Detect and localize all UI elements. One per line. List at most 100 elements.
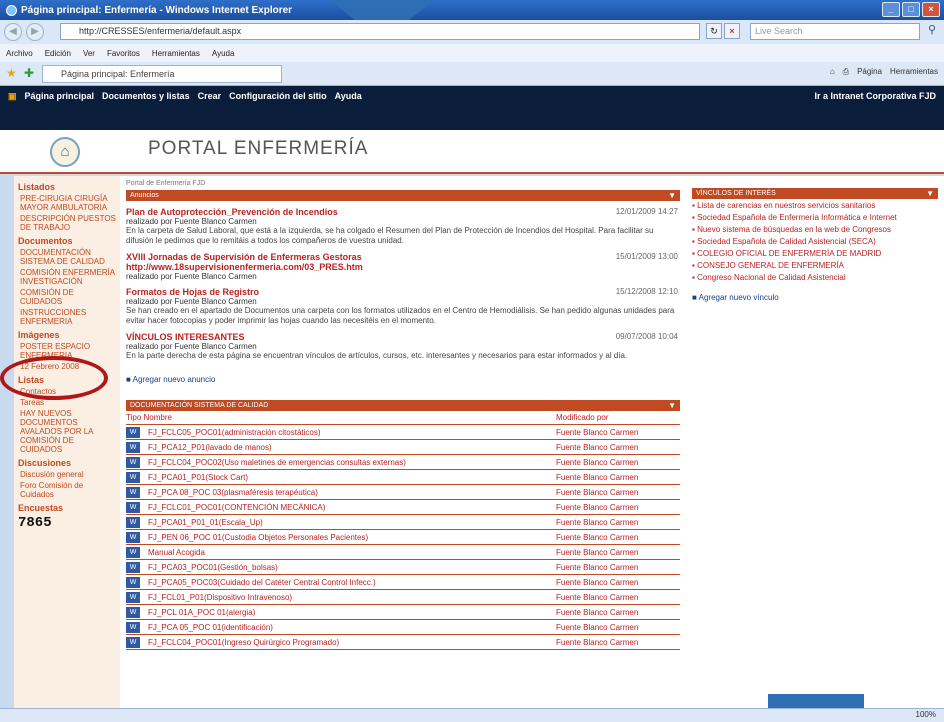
announcement-title[interactable]: Plan de Autoprotección_Prevención de Inc… <box>126 207 506 217</box>
add-favorite-icon[interactable]: ✚ <box>24 66 34 80</box>
sp-nav-help[interactable]: Ayuda <box>335 91 362 102</box>
modified-by[interactable]: Fuente Blanco Carmen <box>556 428 638 437</box>
refresh-icon[interactable]: ↻ <box>706 23 722 39</box>
document-name[interactable]: FJ_FCLC04_POC02(Uso maletines de emergen… <box>148 458 556 467</box>
chevron-down-icon[interactable]: ▼ <box>668 400 676 411</box>
table-row[interactable]: W FJ_PEN 06_POC 01(Custodia Objetos Perso… <box>126 530 680 545</box>
sp-nav-documents[interactable]: Documentos y listas <box>102 91 190 102</box>
modified-by[interactable]: Fuente Blanco Carmen <box>556 563 638 572</box>
column-type-name[interactable]: Tipo Nombre <box>126 413 556 422</box>
table-row[interactable]: W FJ_FCLC04_POC01(Ingreso Quirúrgico Prog… <box>126 635 680 650</box>
page-menu[interactable]: Página <box>857 67 882 77</box>
table-row[interactable]: W FJ_FCL01_P01(Dispositivo Intravenoso) Fu… <box>126 590 680 605</box>
sidebar-heading-encuestas[interactable]: Encuestas <box>18 503 116 513</box>
table-row[interactable]: W FJ_FCLC04_POC02(Uso maletines de emerge… <box>126 455 680 470</box>
stop-icon[interactable]: × <box>724 23 740 39</box>
column-modified-by[interactable]: Modificado por <box>556 413 608 422</box>
browser-tab[interactable]: Página principal: Enfermería <box>42 65 282 83</box>
sidebar-item[interactable]: INSTRUCCIONES ENFERMERIA <box>20 308 116 326</box>
url-field[interactable]: http://CRESSES/enfermeria/default.aspx <box>60 23 700 40</box>
modified-by[interactable]: Fuente Blanco Carmen <box>556 503 638 512</box>
print-icon[interactable]: ⎙ <box>843 67 849 77</box>
table-row[interactable]: W Manual Acogida Fuente Blanco Carmen <box>126 545 680 560</box>
breadcrumb[interactable]: Portal de Enfermería FJD <box>126 180 680 187</box>
tools-menu[interactable]: Herramientas <box>890 67 938 77</box>
document-name[interactable]: FJ_PCA01_P01_01(Escala_Up) <box>148 518 556 527</box>
search-icon[interactable]: ⚲ <box>924 23 940 40</box>
forward-button[interactable]: ▶ <box>26 23 44 41</box>
zoom-level[interactable]: 100% <box>916 710 936 719</box>
document-name[interactable]: FJ_PCA 08_POC 03(plasmaféresis terapéuti… <box>148 488 556 497</box>
modified-by[interactable]: Fuente Blanco Carmen <box>556 593 638 602</box>
sp-nav-settings[interactable]: Configuración del sitio <box>229 91 327 102</box>
home-icon[interactable]: ⌂ <box>830 67 835 77</box>
modified-by[interactable]: Fuente Blanco Carmen <box>556 458 638 467</box>
document-name[interactable]: Manual Acogida <box>148 548 556 557</box>
modified-by[interactable]: Fuente Blanco Carmen <box>556 533 638 542</box>
modified-by[interactable]: Fuente Blanco Carmen <box>556 638 638 647</box>
minimize-button[interactable]: _ <box>882 2 900 17</box>
sidebar-item[interactable]: DOCUMENTACIÓN SISTEMA DE CALIDAD <box>20 248 116 266</box>
sp-nav-create[interactable]: Crear <box>198 91 222 102</box>
modified-by[interactable]: Fuente Blanco Carmen <box>556 548 638 557</box>
modified-by[interactable]: Fuente Blanco Carmen <box>556 608 638 617</box>
intranet-link[interactable]: Ir a Intranet Corporativa FJD <box>814 91 936 101</box>
menu-edicion[interactable]: Edición <box>45 49 71 58</box>
sidebar-heading-listados[interactable]: Listados <box>18 182 116 192</box>
search-input[interactable]: Live Search <box>750 23 920 40</box>
sidebar-item[interactable]: COMISIÓN DE CUIDADOS <box>20 288 116 306</box>
link-item[interactable]: ▪ Lista de carencias en nuestros servici… <box>692 201 938 211</box>
sidebar-item[interactable]: Discusión general <box>20 470 116 479</box>
back-button[interactable]: ◀ <box>4 23 22 41</box>
document-name[interactable]: FJ_FCLC04_POC01(Ingreso Quirúrgico Progr… <box>148 638 556 647</box>
link-item[interactable]: ▪ Sociedad Española de Enfermería Inform… <box>692 213 938 223</box>
favorites-star-icon[interactable]: ★ <box>6 66 17 80</box>
table-row[interactable]: W FJ_FCLC01_POC01(CONTENCIÓN MECÁNICA) Fue… <box>126 500 680 515</box>
document-name[interactable]: FJ_PCA12_P01(lavado de manos) <box>148 443 556 452</box>
document-name[interactable]: FJ_FCLC01_POC01(CONTENCIÓN MECÁNICA) <box>148 503 556 512</box>
sidebar-item[interactable]: HAY NUEVOS DOCUMENTOS AVALADOS POR LA CO… <box>20 409 116 454</box>
modified-by[interactable]: Fuente Blanco Carmen <box>556 578 638 587</box>
document-name[interactable]: FJ_PEN 06_POC 01(Custodia Objetos Person… <box>148 533 556 542</box>
table-row[interactable]: W FJ_PCA 08_POC 03(plasmaféresis terapéut… <box>126 485 680 500</box>
menu-herramientas[interactable]: Herramientas <box>152 49 200 58</box>
table-row[interactable]: W FJ_PCA05_POC03(Cuidado del Catéter Cent… <box>126 575 680 590</box>
announcement-title[interactable]: VÍNCULOS INTERESANTES <box>126 332 506 342</box>
document-name[interactable]: FJ_PCA03_POC01(Gestión_bolsas) <box>148 563 556 572</box>
chevron-down-icon[interactable]: ▼ <box>668 190 676 201</box>
document-name[interactable]: FJ_FCL01_P01(Dispositivo Intravenoso) <box>148 593 556 602</box>
menu-ver[interactable]: Ver <box>83 49 95 58</box>
table-row[interactable]: W FJ_PCA12_P01(lavado de manos) Fuente Bla… <box>126 440 680 455</box>
document-name[interactable]: FJ_PCL 01A_POC 01(alergia) <box>148 608 556 617</box>
add-link-link[interactable]: ■ Agregar nuevo vínculo <box>692 293 938 302</box>
add-announcement-link[interactable]: ■ Agregar nuevo anuncio <box>126 375 680 384</box>
table-row[interactable]: W FJ_PCA01_P01_01(Escala_Up) Fuente Blanco… <box>126 515 680 530</box>
modified-by[interactable]: Fuente Blanco Carmen <box>556 518 638 527</box>
modified-by[interactable]: Fuente Blanco Carmen <box>556 488 638 497</box>
document-name[interactable]: FJ_FCLC05_POC01(administración citostáti… <box>148 428 556 437</box>
table-row[interactable]: W FJ_PCL 01A_POC 01(alergia) Fuente Blanco… <box>126 605 680 620</box>
sidebar-item[interactable]: Tareas <box>20 398 116 407</box>
table-row[interactable]: W FJ_PCA 05_POC 01(identificación) Fuente … <box>126 620 680 635</box>
close-button[interactable]: × <box>922 2 940 17</box>
table-row[interactable]: W FJ_PCA03_POC01(Gestión_bolsas) Fuente Bl… <box>126 560 680 575</box>
menu-ayuda[interactable]: Ayuda <box>212 49 235 58</box>
sidebar-heading-discusiones[interactable]: Discusiones <box>18 458 116 468</box>
document-name[interactable]: FJ_PCA01_P01(Stock Cart) <box>148 473 556 482</box>
link-item[interactable]: ▪ CONSEJO GENERAL DE ENFERMERÍA <box>692 261 938 271</box>
sidebar-heading-imagenes[interactable]: Imágenes <box>18 330 116 340</box>
document-name[interactable]: FJ_PCA 05_POC 01(identificación) <box>148 623 556 632</box>
modified-by[interactable]: Fuente Blanco Carmen <box>556 623 638 632</box>
sidebar-item[interactable]: COMISIÓN ENFERMERÍA INVESTIGACIÓN <box>20 268 116 286</box>
menu-favoritos[interactable]: Favoritos <box>107 49 140 58</box>
modified-by[interactable]: Fuente Blanco Carmen <box>556 443 638 452</box>
sidebar-item[interactable]: PRE-CIRUGIA CIRUGÍA MAYOR AMBULATORIA <box>20 194 116 212</box>
modified-by[interactable]: Fuente Blanco Carmen <box>556 473 638 482</box>
maximize-button[interactable]: □ <box>902 2 920 17</box>
sidebar-item[interactable]: Foro Comisión de Cuidados <box>20 481 116 499</box>
link-item[interactable]: ▪ Sociedad Española de Calidad Asistenci… <box>692 237 938 247</box>
table-row[interactable]: W FJ_PCA01_P01(Stock Cart) Fuente Blanco C… <box>126 470 680 485</box>
link-item[interactable]: ▪ COLEGIO OFICIAL DE ENFERMERÍA DE MADRI… <box>692 249 938 259</box>
sidebar-heading-documentos[interactable]: Documentos <box>18 236 116 246</box>
link-item[interactable]: ▪ Nuevo sistema de búsquedas en la web d… <box>692 225 938 235</box>
